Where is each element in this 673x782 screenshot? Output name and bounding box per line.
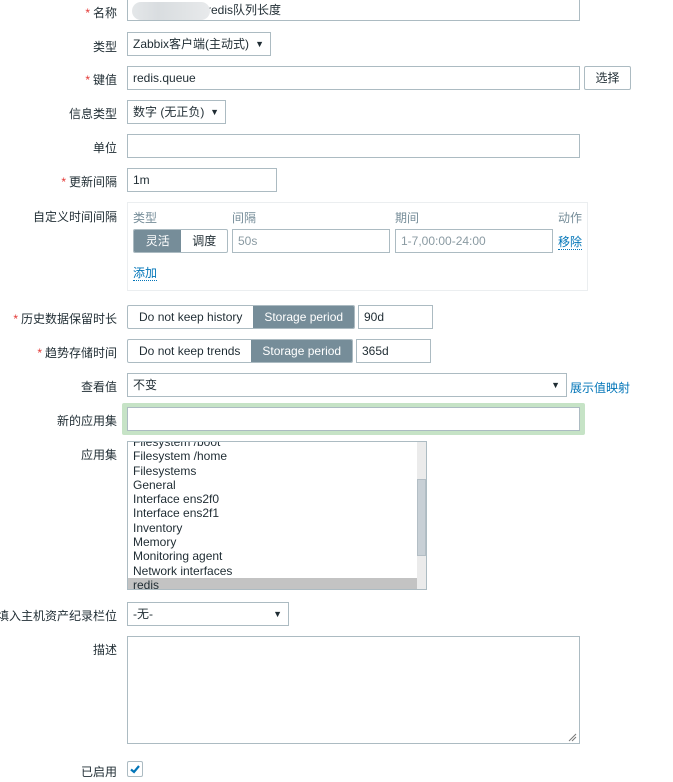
- header-action: 动作: [558, 211, 583, 225]
- list-item[interactable]: Network interfaces: [128, 564, 417, 578]
- update-interval-label: * 更新间隔: [61, 175, 117, 189]
- units-input[interactable]: [127, 134, 580, 158]
- history-toggle[interactable]: Do not keep history Storage period: [127, 305, 355, 329]
- type-label: 类型: [92, 40, 117, 54]
- list-item[interactable]: Interface ens2f0: [128, 492, 417, 506]
- inventory-field-select[interactable]: -无- ▼: [127, 602, 289, 626]
- scheduling-option[interactable]: 调度: [181, 230, 227, 252]
- header-interval: 间隔: [232, 211, 257, 225]
- no-history-option[interactable]: Do not keep history: [128, 306, 253, 328]
- flexible-option[interactable]: 灵活: [134, 230, 182, 252]
- name-label: * 名称: [85, 6, 117, 20]
- scrollbar-thumb[interactable]: [417, 479, 426, 556]
- key-select-button[interactable]: 选择: [584, 66, 631, 90]
- key-input[interactable]: redis.queue: [127, 66, 580, 90]
- update-interval-input[interactable]: 1m: [127, 168, 277, 192]
- chevron-down-icon: ▼: [273, 609, 282, 619]
- applications-label: 应用集: [80, 448, 117, 462]
- trends-storage-option[interactable]: Storage period: [251, 340, 352, 362]
- new-application-input[interactable]: [127, 407, 580, 431]
- trends-label: * 趋势存储时间: [37, 346, 117, 360]
- trends-toggle[interactable]: Do not keep trends Storage period: [127, 339, 353, 363]
- list-item[interactable]: Filesystem /home: [128, 449, 417, 463]
- list-item[interactable]: General: [128, 478, 417, 492]
- history-storage-option[interactable]: Storage period: [253, 306, 354, 328]
- applications-list: Filesystem /boot Filesystem /home Filesy…: [128, 442, 417, 589]
- no-trends-option[interactable]: Do not keep trends: [128, 340, 251, 362]
- list-item[interactable]: Filesystems: [128, 464, 417, 478]
- interval-type-toggle[interactable]: 灵活 调度: [133, 229, 228, 253]
- list-item[interactable]: Inventory: [128, 521, 417, 535]
- checkmark-icon: [130, 765, 140, 774]
- resize-handle-icon[interactable]: [567, 731, 577, 742]
- info-type-select[interactable]: 数字 (无正负) ▼: [127, 100, 226, 124]
- list-item[interactable]: Monitoring agent: [128, 549, 417, 563]
- header-type: 类型: [133, 211, 158, 225]
- chevron-down-icon: ▼: [255, 39, 264, 49]
- key-label: * 键值: [85, 73, 117, 87]
- chevron-down-icon: ▼: [210, 107, 219, 117]
- list-item[interactable]: Memory: [128, 535, 417, 549]
- list-item[interactable]: Interface ens2f1: [128, 506, 417, 520]
- listbox-scrollbar[interactable]: [417, 442, 426, 589]
- value-mapping-link[interactable]: 展示值映射: [570, 379, 630, 396]
- interval-input[interactable]: 50s: [232, 229, 390, 253]
- units-label: 单位: [92, 141, 117, 155]
- history-input[interactable]: 90d: [358, 305, 433, 329]
- remove-link[interactable]: 移除: [558, 235, 583, 250]
- inventory-field-label: 填入主机资产纪录栏位: [0, 609, 117, 623]
- trends-input[interactable]: 365d: [356, 339, 431, 363]
- new-application-label: 新的应用集: [56, 414, 117, 428]
- description-textarea[interactable]: [127, 636, 580, 744]
- applications-listbox[interactable]: Filesystem /boot Filesystem /home Filesy…: [127, 441, 427, 590]
- redacted-text: [132, 2, 210, 20]
- period-input[interactable]: 1-7,00:00-24:00: [395, 229, 553, 253]
- add-link[interactable]: 添加: [133, 266, 158, 281]
- info-type-label: 信息类型: [68, 107, 117, 121]
- show-value-label: 查看值: [80, 380, 117, 394]
- enabled-label: 已启用: [80, 765, 117, 779]
- list-item[interactable]: Filesystem /boot: [128, 442, 417, 449]
- list-item-selected[interactable]: redis: [128, 577, 417, 589]
- show-value-select[interactable]: 不变 ▼: [127, 373, 567, 397]
- enabled-checkbox[interactable]: [127, 761, 143, 777]
- history-label: * 历史数据保留时长: [13, 312, 117, 326]
- description-label: 描述: [92, 643, 117, 657]
- header-period: 期间: [395, 211, 420, 225]
- custom-intervals-label: 自定义时间间隔: [32, 210, 117, 224]
- type-select[interactable]: Zabbix客户端(主动式) ▼: [127, 32, 271, 56]
- chevron-down-icon: ▼: [551, 380, 560, 390]
